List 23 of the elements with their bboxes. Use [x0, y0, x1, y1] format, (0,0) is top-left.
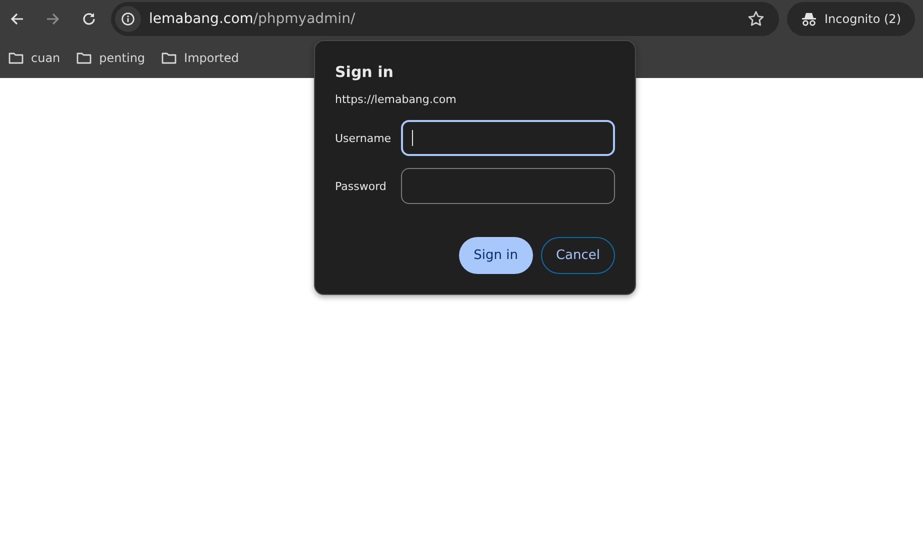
field-label: Password	[335, 180, 388, 192]
site-origin: https://lemabang.com	[335, 93, 458, 106]
folder-icon[interactable]	[161, 50, 178, 66]
reload-icon[interactable]	[81, 11, 97, 27]
folder-icon[interactable]	[8, 50, 24, 66]
incognito-button[interactable]: Incognito (2)	[786, 2, 915, 36]
input-field[interactable]	[401, 120, 615, 156]
address-bar[interactable]: lemabang.com/phpmyadmin/	[111, 2, 778, 36]
sign-in-button[interactable]: Sign in	[458, 237, 533, 274]
input-field[interactable]	[401, 168, 615, 204]
folder-icon[interactable]	[76, 50, 92, 66]
bookmark-folder[interactable]: Imported	[155, 46, 245, 70]
back-arrow-icon[interactable]	[9, 11, 25, 27]
bookmark-folder[interactable]: penting	[70, 46, 152, 70]
field-label: Username	[335, 132, 392, 144]
url-text: lemabang.com/phpmyadmin/	[149, 11, 356, 27]
incognito-icon[interactable]	[800, 11, 816, 27]
bookmark-star-icon[interactable]	[746, 10, 764, 28]
site-info-button[interactable]	[115, 6, 141, 32]
bookmark-folder[interactable]: cuan	[2, 46, 66, 70]
cancel-button[interactable]: Cancel	[540, 237, 615, 274]
info-icon[interactable]	[121, 11, 135, 27]
dialog-title: Sign in	[335, 63, 394, 81]
